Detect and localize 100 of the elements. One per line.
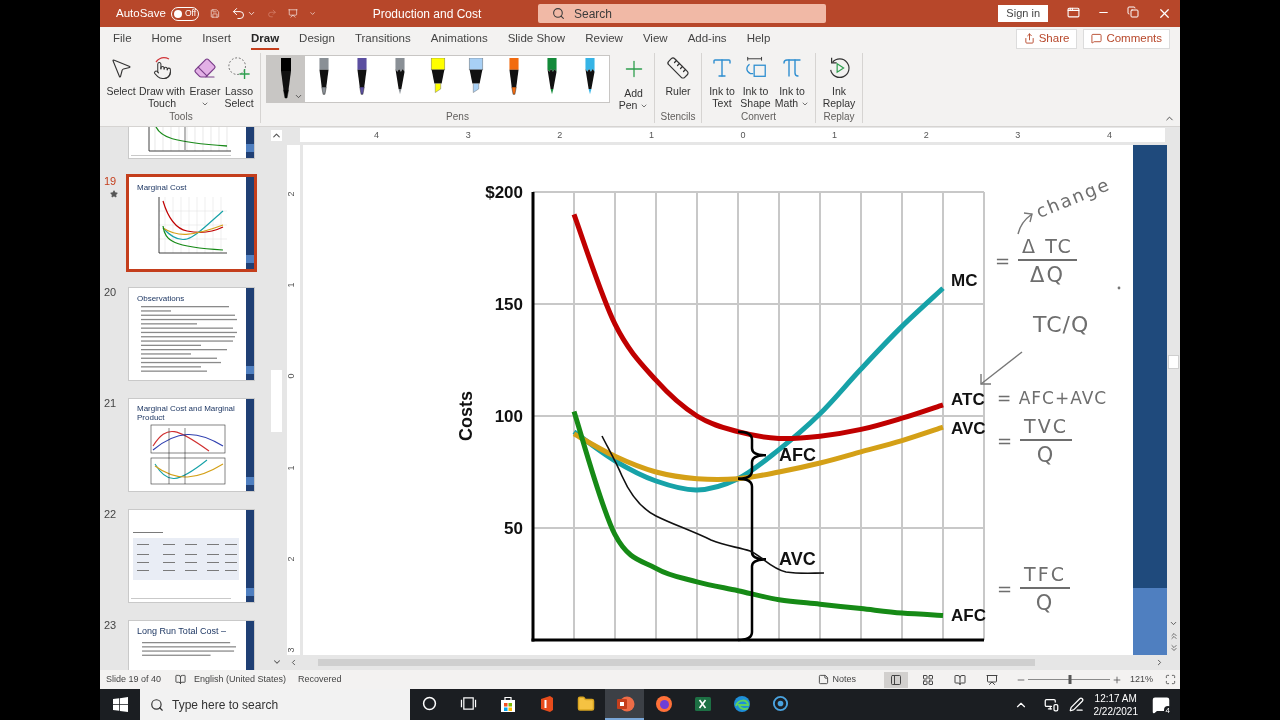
notification-icon[interactable] xyxy=(1152,695,1170,714)
scrollbar-thumb[interactable] xyxy=(271,370,282,432)
spreadsheet-icon xyxy=(693,694,712,713)
slide-number: 23 xyxy=(104,619,117,632)
ribbon-tab[interactable]: File xyxy=(103,28,142,49)
clock[interactable]: 12:17 AM 2/22/2021 xyxy=(1093,691,1138,718)
ruler-button[interactable]: Ruler xyxy=(660,53,696,97)
toggle-knob xyxy=(173,9,182,18)
thumbnail-title: Marginal Cost xyxy=(137,183,188,192)
ruler-number: 4 xyxy=(374,129,380,141)
curve-label: ATC xyxy=(951,390,985,410)
share-button[interactable]: Share xyxy=(1015,28,1078,49)
ink-to-shape-button[interactable]: Ink to Shape xyxy=(739,53,772,109)
eraser-icon xyxy=(193,56,217,80)
browser-icon xyxy=(732,694,751,713)
task-view-icon xyxy=(460,696,477,711)
sign-in-button[interactable]: Sign in xyxy=(998,5,1048,22)
document-status: Recovered xyxy=(298,672,342,686)
axis-title: Costs xyxy=(456,391,476,441)
ribbon-tab[interactable]: Review xyxy=(575,28,633,49)
book-icon[interactable] xyxy=(175,674,187,685)
ruler-number: 2 xyxy=(287,191,296,197)
curve-label: MC xyxy=(951,270,978,290)
clock-date: 2/22/2021 xyxy=(1093,704,1138,718)
bracket-label: AVC xyxy=(779,549,816,570)
zoom-slider[interactable] xyxy=(1027,675,1110,684)
handwritten-note: TFC xyxy=(1023,562,1067,587)
clock-time: 12:17 AM xyxy=(1094,691,1137,705)
ink-to-text-button[interactable]: Ink to Text xyxy=(707,53,737,109)
taskbar-search-field[interactable]: Type here to search xyxy=(140,689,410,720)
scroll-up-icon[interactable] xyxy=(271,130,282,141)
handwritten-note: = xyxy=(997,429,1013,454)
eraser-button[interactable]: Eraser xyxy=(189,53,221,109)
pen-icon[interactable] xyxy=(1068,697,1084,712)
autosave-label: AutoSave xyxy=(116,5,166,21)
scroll-down-icon[interactable] xyxy=(271,657,282,667)
ribbon-tab[interactable]: Transitions xyxy=(344,28,421,49)
ribbon-group-label: Tools xyxy=(168,111,194,123)
touch-button[interactable]: Draw with Touch xyxy=(137,53,187,109)
search-field[interactable]: Search xyxy=(538,4,826,23)
scroll-left-icon[interactable] xyxy=(289,658,298,667)
ribbon-tab[interactable]: Slide Show xyxy=(497,28,576,49)
language-label[interactable]: English (United States) xyxy=(194,672,287,687)
view-button[interactable] xyxy=(883,671,908,688)
ribbon-group-label: Stencils xyxy=(660,111,696,123)
lasso-button[interactable]: Lasso Select xyxy=(223,53,255,109)
slider-thumb[interactable] xyxy=(1068,675,1072,684)
axis-tick-label: $200 xyxy=(485,182,523,202)
ink-arrow xyxy=(1017,212,1033,235)
presentation-icon[interactable] xyxy=(287,6,298,21)
handwritten-note: Q xyxy=(1036,441,1056,469)
replay-button[interactable]: Ink Replay xyxy=(821,53,857,109)
ribbon-tab[interactable]: Help xyxy=(736,28,781,49)
normal-view-icon xyxy=(889,673,902,686)
scroll-down-icon[interactable] xyxy=(1169,619,1178,628)
slide-side-bar xyxy=(246,127,254,158)
handwritten-note: = xyxy=(995,249,1011,274)
select-button[interactable]: Select xyxy=(107,53,135,97)
device-icon[interactable] xyxy=(1043,697,1059,712)
slide-thumbnail[interactable]: Marginal Cost and Marginal Product xyxy=(128,398,255,492)
ruler-number: 2 xyxy=(557,129,563,141)
ribbon-tab[interactable]: View xyxy=(632,28,678,49)
ruler-number: 1 xyxy=(832,129,838,141)
share-icon xyxy=(1023,33,1035,44)
handwritten-note: = AFC+AVC xyxy=(997,387,1108,410)
caret-icon[interactable] xyxy=(294,92,303,101)
ink-dot xyxy=(1117,286,1121,290)
window-title: Production and Cost xyxy=(372,5,482,23)
scrollbar-thumb[interactable] xyxy=(1168,355,1179,369)
ribbon-tab[interactable]: Insert xyxy=(192,28,241,49)
start-icon[interactable] xyxy=(112,697,128,712)
comments-button[interactable]: Comments xyxy=(1083,28,1170,49)
ribbon-tab[interactable]: Design xyxy=(289,28,345,49)
axis-tick-label: 150 xyxy=(494,294,523,314)
caret-icon[interactable] xyxy=(246,9,256,18)
thumbnail-title: Observations xyxy=(137,294,186,303)
ruler-number: 2 xyxy=(287,556,296,562)
pen-button[interactable] xyxy=(267,56,305,102)
ribbon-tab[interactable]: Add-ins xyxy=(677,28,737,49)
slide-thumbnail[interactable]: Observations xyxy=(128,287,255,381)
notes-button[interactable]: Notes xyxy=(818,672,856,687)
folder-icon xyxy=(576,694,595,713)
add-pen-button[interactable]: Add Pen xyxy=(618,53,649,111)
save-icon[interactable] xyxy=(210,6,220,21)
scroll-right-icon[interactable] xyxy=(1155,658,1164,667)
ribbon-tab[interactable]: Home xyxy=(141,28,193,49)
ribbon-tab[interactable]: Animations xyxy=(420,28,498,49)
zoom-level[interactable]: 121% xyxy=(1129,672,1153,687)
ink-to-math-button[interactable]: Ink to Math xyxy=(774,53,810,109)
ruler-number: 2 xyxy=(923,129,929,141)
slide-number: 21 xyxy=(104,397,117,410)
slide-thumbnail[interactable]: Marginal Cost xyxy=(126,174,257,272)
restore-icon[interactable] xyxy=(1127,6,1139,18)
fit-slide-icon[interactable] xyxy=(1165,674,1176,685)
window-icon[interactable] xyxy=(1066,6,1080,19)
shopping-bag-icon xyxy=(498,694,517,713)
undo-icon[interactable] xyxy=(230,6,246,21)
slide-thumbnail[interactable]: Long Run Total Cost – xyxy=(128,620,255,670)
ribbon-tab[interactable]: Draw xyxy=(241,28,290,49)
zoom-in-icon[interactable] xyxy=(1111,674,1122,685)
